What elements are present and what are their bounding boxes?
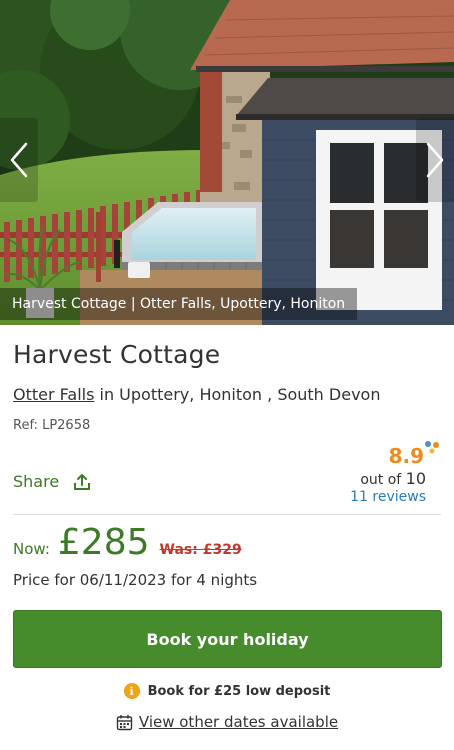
share-button[interactable]: Share xyxy=(13,472,91,491)
rating-score-value: 8.9 xyxy=(388,444,424,468)
location-link[interactable]: Otter Falls xyxy=(13,385,94,404)
deposit-text: Book for £25 low deposit xyxy=(147,683,331,699)
previous-photo-button[interactable] xyxy=(0,118,38,202)
now-label: Now: xyxy=(13,540,50,558)
next-photo-button[interactable] xyxy=(416,118,454,202)
current-price: £285 xyxy=(57,522,150,563)
property-photo xyxy=(0,0,454,325)
location-text: in Upottery, Honiton , South Devon xyxy=(94,385,381,404)
rating-max: 10 xyxy=(405,469,426,488)
property-title: Harvest Cottage xyxy=(13,340,221,369)
rating-score: 8.9 xyxy=(388,441,439,468)
rating-dots-icon xyxy=(425,441,439,454)
view-other-dates-label: View other dates available xyxy=(138,713,339,731)
chevron-right-icon xyxy=(426,142,444,178)
rating-out-of: out of xyxy=(360,472,402,488)
property-location: Otter Falls in Upottery, Honiton , South… xyxy=(13,385,380,404)
calendar-icon xyxy=(116,714,133,730)
rating-scale: out of 10 xyxy=(350,469,426,488)
book-holiday-button[interactable]: Book your holiday xyxy=(13,610,442,668)
share-label: Share xyxy=(13,472,60,491)
reviews-link[interactable]: 11 reviews xyxy=(350,489,426,505)
photo-caption: Harvest Cottage | Otter Falls, Upottery,… xyxy=(0,288,358,320)
was-price: Was: £329 xyxy=(159,542,242,558)
info-icon: i xyxy=(123,683,140,699)
chevron-left-icon xyxy=(10,142,28,178)
view-other-dates-link[interactable]: View other dates available xyxy=(0,713,454,731)
divider xyxy=(13,514,441,515)
share-icon xyxy=(74,473,91,490)
deposit-info: i Book for £25 low deposit xyxy=(0,683,454,699)
price-note: Price for 06/11/2023 for 4 nights xyxy=(13,571,258,589)
price-row: Now: £285 Was: £329 xyxy=(13,522,242,563)
property-photo-gallery[interactable]: Harvest Cottage | Otter Falls, Upottery,… xyxy=(0,0,454,325)
property-reference: Ref: LP2658 xyxy=(13,418,91,433)
rating-block: 8.9 out of 10 11 reviews xyxy=(350,441,439,505)
